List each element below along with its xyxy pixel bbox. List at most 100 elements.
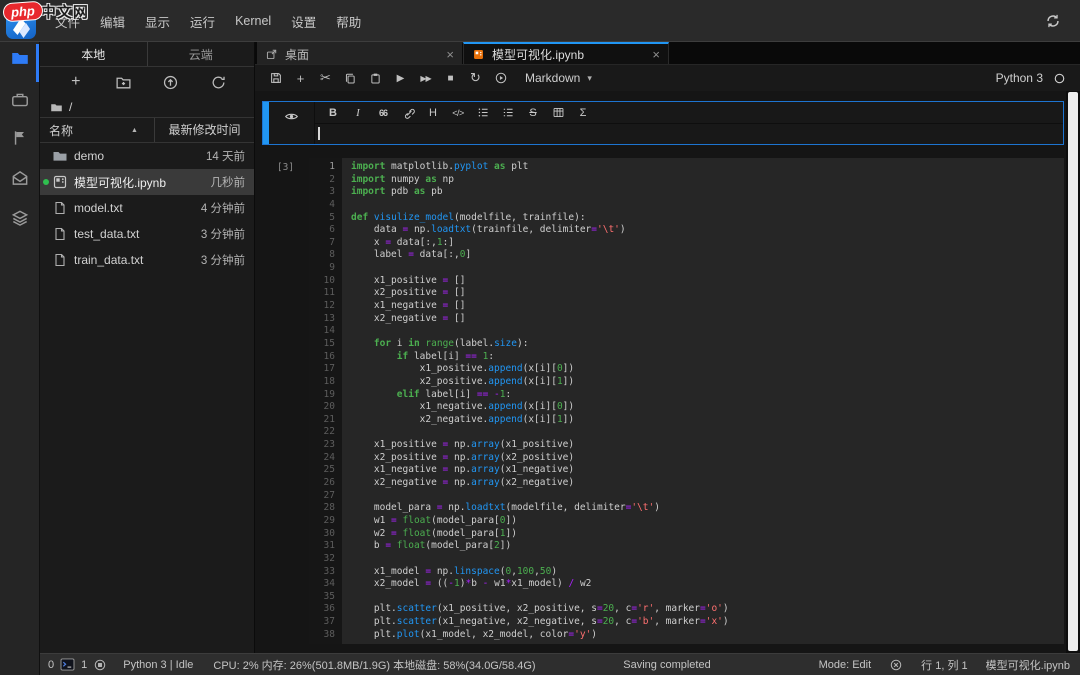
tab-notebook[interactable]: 模型可视化.ipynb × (463, 42, 669, 64)
main-area: 桌面 × 模型可视化.ipynb × + ✂ (255, 42, 1080, 653)
code-editor[interactable]: 1234567891011121314151617181920212223242… (309, 158, 1064, 644)
interrupt-kernel-button[interactable]: ■ (440, 68, 461, 88)
php-logo: php (2, 1, 43, 23)
menu-edit[interactable]: 编辑 (98, 10, 127, 33)
file-row-test-data-txt[interactable]: test_data.txt 3 分钟前 (40, 221, 254, 247)
notebook-content: B I 66 H </> (255, 91, 1080, 653)
sort-by-name-header[interactable]: 名称 ▲ (40, 122, 154, 139)
cell-type-dropdown[interactable]: Markdown ▾ (525, 71, 592, 85)
resource-usage-text: CPU: 2% 内存: 26%(501.8MB/1.9G) 本地磁盘: 58%(… (213, 657, 535, 673)
cut-cells-button[interactable]: ✂ (315, 68, 336, 88)
tab-local[interactable]: 本地 (40, 42, 147, 66)
active-rail-indicator (36, 44, 39, 82)
bold-button[interactable]: B (323, 104, 343, 122)
breadcrumb[interactable]: / (40, 97, 254, 117)
terminal-icon (60, 658, 75, 671)
run-cell-button[interactable]: ▶ (390, 68, 411, 88)
blockquote-button[interactable]: 66 (373, 104, 393, 122)
menu-run[interactable]: 运行 (188, 10, 217, 33)
menu-kernel[interactable]: Kernel (233, 12, 273, 30)
kernel-icon (93, 658, 107, 672)
copy-cells-button[interactable] (340, 68, 361, 88)
run-all-button[interactable]: ▶▶ (415, 68, 436, 88)
restart-run-all-button[interactable] (490, 68, 511, 88)
jupyterlab-window: php 中文网 文件 编辑 显示 运行 Kernel 设置 帮助 (0, 0, 1080, 675)
markdown-editor[interactable] (315, 124, 1063, 144)
new-folder-button[interactable] (113, 72, 133, 92)
sort-by-modified-header[interactable]: 最新修改时间 (154, 118, 254, 142)
file-browser-toolbar: + (40, 67, 254, 97)
heading-button[interactable]: H (423, 104, 443, 122)
text-file-icon (52, 252, 68, 268)
notebook-toolbar: + ✂ ▶ ▶▶ ■ ↻ Markdown ▾ (255, 65, 1080, 92)
launcher-icon (265, 48, 278, 61)
flag-panel-icon[interactable] (10, 128, 30, 148)
menu-settings[interactable]: 设置 (289, 10, 318, 33)
storage-tabs: 本地 云端 (40, 42, 254, 67)
close-tab-icon[interactable]: × (446, 48, 454, 61)
file-row-notebook[interactable]: 模型可视化.ipynb 几秒前 (40, 169, 254, 195)
code-lines[interactable]: import matplotlib.pyplot as pltimport nu… (342, 158, 1064, 644)
strikethrough-button[interactable]: S (523, 104, 543, 122)
italic-button[interactable]: I (348, 104, 368, 122)
unordered-list-icon[interactable] (473, 104, 493, 122)
insert-cell-button[interactable]: + (290, 68, 311, 88)
ordered-list-icon[interactable] (498, 104, 518, 122)
chevron-down-icon: ▾ (587, 73, 592, 84)
command-mode-indicator[interactable]: Mode: Edit (819, 659, 872, 671)
link-icon[interactable] (398, 104, 418, 122)
markdown-format-toolbar: B I 66 H </> (315, 102, 1063, 124)
paste-cells-button[interactable] (365, 68, 386, 88)
not-trusted-icon (889, 658, 903, 672)
extensions-layers-icon[interactable] (10, 208, 30, 228)
code-cell[interactable]: [3] 123456789101112131415161718192021222… (262, 158, 1064, 644)
running-sessions-status[interactable]: 0 1 (48, 658, 107, 672)
kernel-name[interactable]: Python 3 (996, 71, 1043, 85)
code-button[interactable]: </> (448, 104, 468, 122)
inbox-panel-icon[interactable] (10, 168, 30, 188)
active-filename: 模型可视化.ipynb (986, 657, 1070, 673)
site-watermark: php 中文网 (3, 1, 89, 22)
text-file-icon (52, 200, 68, 216)
tab-cloud[interactable]: 云端 (147, 42, 255, 66)
file-row-model-txt[interactable]: model.txt 4 分钟前 (40, 195, 254, 221)
preview-eye-icon[interactable] (282, 107, 302, 125)
file-browser-icon[interactable] (10, 48, 30, 68)
save-status-message: Saving completed (580, 659, 754, 671)
text-file-icon (52, 226, 68, 242)
scrollbar-thumb[interactable] (1068, 92, 1078, 651)
running-sessions-icon[interactable] (10, 90, 30, 110)
file-browser-panel: 本地 云端 + / (40, 42, 255, 653)
kernel-running-dot (43, 179, 49, 185)
sync-refresh-icon[interactable] (1044, 12, 1062, 30)
vertical-scrollbar[interactable] (1066, 91, 1080, 653)
upload-button[interactable] (161, 72, 181, 92)
kernel-status-text[interactable]: Python 3 | Idle (123, 659, 193, 671)
file-row-demo[interactable]: demo 14 天前 (40, 143, 254, 169)
top-menu-bar: php 中文网 文件 编辑 显示 运行 Kernel 设置 帮助 (0, 0, 1080, 42)
sort-caret-icon: ▲ (131, 127, 138, 134)
site-name: 中文网 (41, 1, 89, 22)
save-button[interactable] (265, 68, 286, 88)
table-icon[interactable] (548, 104, 568, 122)
status-bar: 0 1 Python 3 | Idle CPU: 2% 内存: 26%(501.… (40, 653, 1080, 675)
folder-icon (52, 148, 68, 164)
breadcrumb-path: / (69, 100, 72, 114)
tab-desktop[interactable]: 桌面 × (257, 42, 463, 64)
new-launcher-button[interactable]: + (66, 72, 86, 92)
menu-view[interactable]: 显示 (143, 10, 172, 33)
close-tab-icon[interactable]: × (652, 48, 660, 61)
breadcrumb-folder-icon (50, 101, 63, 114)
notebook-tab-icon (472, 48, 485, 61)
text-cursor (318, 127, 320, 140)
math-sigma-button[interactable]: Σ (573, 104, 593, 122)
menu-help[interactable]: 帮助 (334, 10, 363, 33)
markdown-cell[interactable]: B I 66 H </> (262, 101, 1064, 145)
cursor-position[interactable]: 行 1, 列 1 (921, 657, 967, 673)
execution-count: [3] (262, 158, 309, 644)
line-number-gutter: 1234567891011121314151617181920212223242… (309, 158, 342, 644)
file-row-train-data-txt[interactable]: train_data.txt 3 分钟前 (40, 247, 254, 273)
refresh-files-button[interactable] (208, 72, 228, 92)
restart-kernel-button[interactable]: ↻ (465, 68, 486, 88)
kernel-idle-indicator (1053, 72, 1066, 85)
